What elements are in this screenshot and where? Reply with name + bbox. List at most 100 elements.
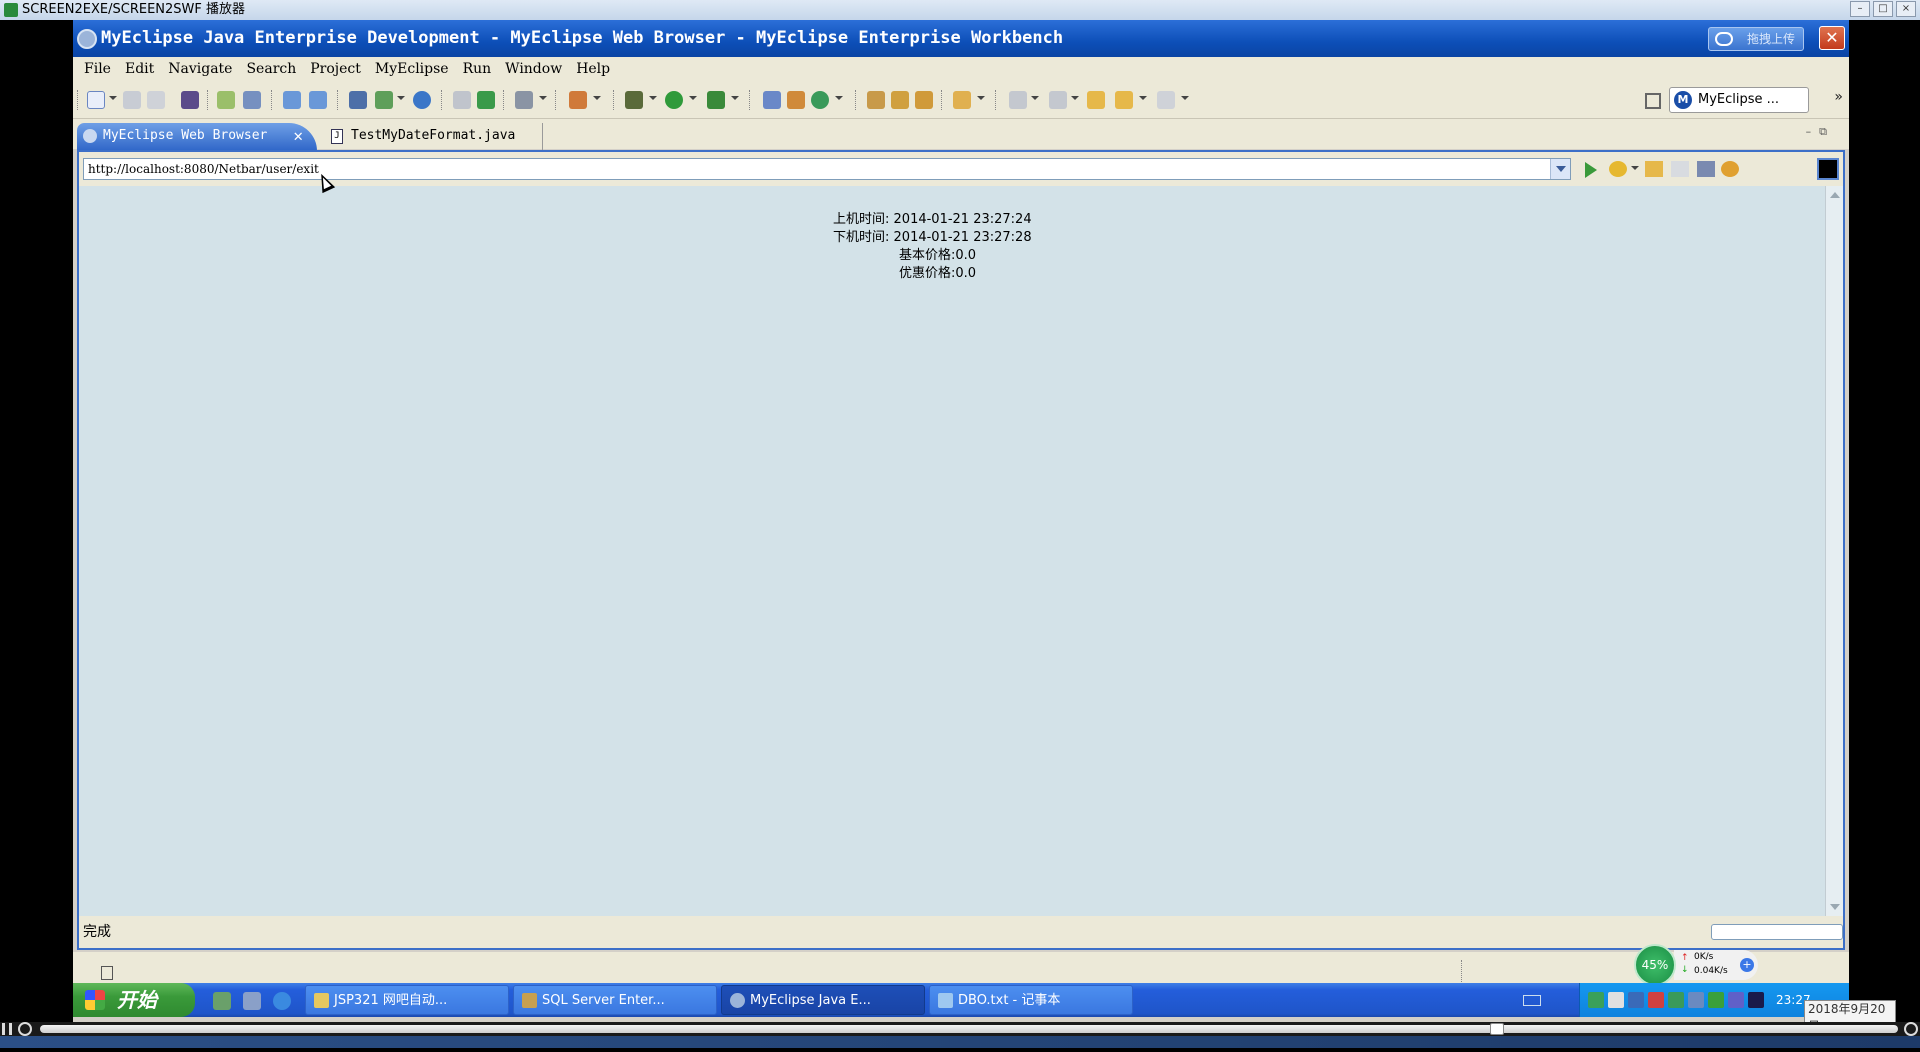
tools-dropdown-icon[interactable] — [593, 96, 601, 100]
task-notepad[interactable]: DBO.txt - 记事本 — [929, 985, 1133, 1015]
upload-button[interactable]: 拖拽上传 — [1708, 27, 1804, 51]
camera-dropdown-icon[interactable] — [539, 96, 547, 100]
run-external-icon[interactable] — [707, 91, 725, 109]
menu-navigate[interactable]: Navigate — [161, 61, 239, 77]
globe-icon[interactable] — [413, 91, 431, 109]
favorites-dropdown-icon[interactable] — [1631, 166, 1639, 170]
window-close-button[interactable]: ✕ — [1819, 26, 1845, 50]
back-icon[interactable] — [1115, 91, 1133, 109]
lock-icon[interactable] — [243, 91, 261, 109]
back-dropdown-icon[interactable] — [1139, 96, 1147, 100]
url-history-dropdown[interactable] — [1550, 159, 1570, 179]
folder-icon[interactable] — [953, 91, 971, 109]
menu-file[interactable]: File — [77, 61, 118, 77]
tray-app-icon[interactable] — [1728, 992, 1744, 1008]
ie-icon[interactable] — [273, 992, 291, 1010]
save-icon[interactable] — [123, 91, 141, 109]
forward-dropdown-icon[interactable] — [1181, 96, 1189, 100]
camera-icon[interactable] — [515, 91, 533, 109]
seek-thumb[interactable] — [1490, 1023, 1504, 1035]
tray-app-icon[interactable] — [1588, 992, 1604, 1008]
network-icon[interactable] — [1628, 992, 1644, 1008]
package-icon[interactable] — [181, 91, 199, 109]
plus-icon[interactable]: + — [1740, 958, 1754, 972]
prev-annotation-icon[interactable] — [1049, 91, 1067, 109]
close-tab-icon[interactable]: ✕ — [293, 123, 303, 149]
open-perspective-icon[interactable] — [1645, 93, 1661, 109]
task-sql-server[interactable]: SQL Server Enter... — [513, 985, 717, 1015]
tray-app-icon[interactable] — [1748, 992, 1764, 1008]
go-icon[interactable] — [1585, 162, 1597, 178]
run-icon[interactable] — [665, 91, 683, 109]
debug-icon[interactable] — [625, 91, 643, 109]
open-type-icon[interactable] — [867, 91, 885, 109]
scroll-up-icon[interactable] — [1830, 192, 1840, 198]
menu-project[interactable]: Project — [303, 61, 368, 77]
tray-app-icon[interactable] — [1708, 992, 1724, 1008]
tab-myeclipse-web-browser[interactable]: MyEclipse Web Browser ✕ — [77, 123, 317, 151]
next-annotation-icon[interactable] — [1009, 91, 1027, 109]
open-task-icon[interactable] — [891, 91, 909, 109]
vertical-scrollbar[interactable] — [1825, 186, 1843, 916]
menu-window[interactable]: Window — [498, 61, 569, 77]
keyboard-icon[interactable] — [1523, 995, 1541, 1006]
tray-app-icon[interactable] — [1668, 992, 1684, 1008]
browser-refresh-icon[interactable] — [1721, 161, 1739, 177]
new-class-icon[interactable] — [763, 91, 781, 109]
search-icon[interactable] — [915, 91, 933, 109]
seek-bar[interactable] — [40, 1025, 1898, 1033]
connect-icon[interactable] — [283, 91, 301, 109]
pause-icon[interactable] — [2, 1023, 12, 1035]
browser-view-square[interactable] — [1817, 158, 1839, 180]
refresh-icon[interactable] — [811, 91, 829, 109]
menu-run[interactable]: Run — [456, 61, 499, 77]
browser-stop-icon[interactable] — [1697, 161, 1715, 177]
disconnect-icon[interactable] — [309, 91, 327, 109]
browser-forward-icon[interactable] — [1671, 161, 1689, 177]
import-icon[interactable] — [453, 91, 471, 109]
refresh-dropdown-icon[interactable] — [835, 96, 843, 100]
deploy-icon[interactable] — [349, 91, 367, 109]
info-icon[interactable] — [1904, 1022, 1918, 1036]
view-controls[interactable]: –⧉ — [1806, 125, 1835, 139]
task-jsp321[interactable]: JSP321 网吧自动... — [305, 985, 509, 1015]
show-desktop-icon[interactable] — [213, 992, 231, 1010]
tray-app-icon[interactable] — [1608, 992, 1624, 1008]
run-external-dropdown-icon[interactable] — [731, 96, 739, 100]
new-icon[interactable] — [87, 91, 105, 109]
menu-search[interactable]: Search — [239, 61, 303, 77]
favorites-icon[interactable] — [1609, 161, 1627, 177]
print-icon[interactable] — [147, 91, 165, 109]
next-annotation-dropdown-icon[interactable] — [1031, 96, 1039, 100]
close-button[interactable]: × — [1896, 1, 1916, 17]
start-button[interactable]: 开始 — [73, 983, 195, 1017]
minimize-button[interactable]: – — [1850, 1, 1870, 17]
toolbar-overflow-icon[interactable]: » — [1834, 89, 1843, 105]
maximize-button[interactable]: □ — [1873, 1, 1893, 17]
new-package-icon[interactable] — [787, 91, 805, 109]
speed-icon[interactable] — [18, 1022, 32, 1036]
prev-annotation-dropdown-icon[interactable] — [1071, 96, 1079, 100]
security-icon[interactable] — [1648, 992, 1664, 1008]
url-input[interactable]: http://localhost:8080/Netbar/user/exit — [83, 158, 1571, 180]
tab-testmydateformat-java[interactable]: J TestMyDateFormat.java — [321, 123, 543, 150]
tray-app-icon[interactable] — [1688, 992, 1704, 1008]
perspective-switcher[interactable]: M MyEclipse ... — [1669, 87, 1809, 113]
quicklaunch-app-icon[interactable] — [243, 992, 261, 1010]
menu-myeclipse[interactable]: MyEclipse — [368, 61, 456, 77]
task-myeclipse[interactable]: MyEclipse Java E... — [721, 985, 925, 1015]
add-icon[interactable] — [477, 91, 495, 109]
forward-icon[interactable] — [1157, 91, 1175, 109]
run-dropdown-icon[interactable] — [689, 96, 697, 100]
debug-dropdown-icon[interactable] — [649, 96, 657, 100]
last-edit-icon[interactable] — [1087, 91, 1105, 109]
menu-help[interactable]: Help — [569, 61, 617, 77]
fast-view-icon[interactable] — [101, 966, 113, 980]
menu-edit[interactable]: Edit — [118, 61, 161, 77]
server-dropdown-icon[interactable] — [397, 96, 405, 100]
server-icon[interactable] — [375, 91, 393, 109]
scroll-down-icon[interactable] — [1830, 904, 1840, 910]
tools-icon[interactable] — [569, 91, 587, 109]
build-icon[interactable] — [217, 91, 235, 109]
browser-back-icon[interactable] — [1645, 161, 1663, 177]
